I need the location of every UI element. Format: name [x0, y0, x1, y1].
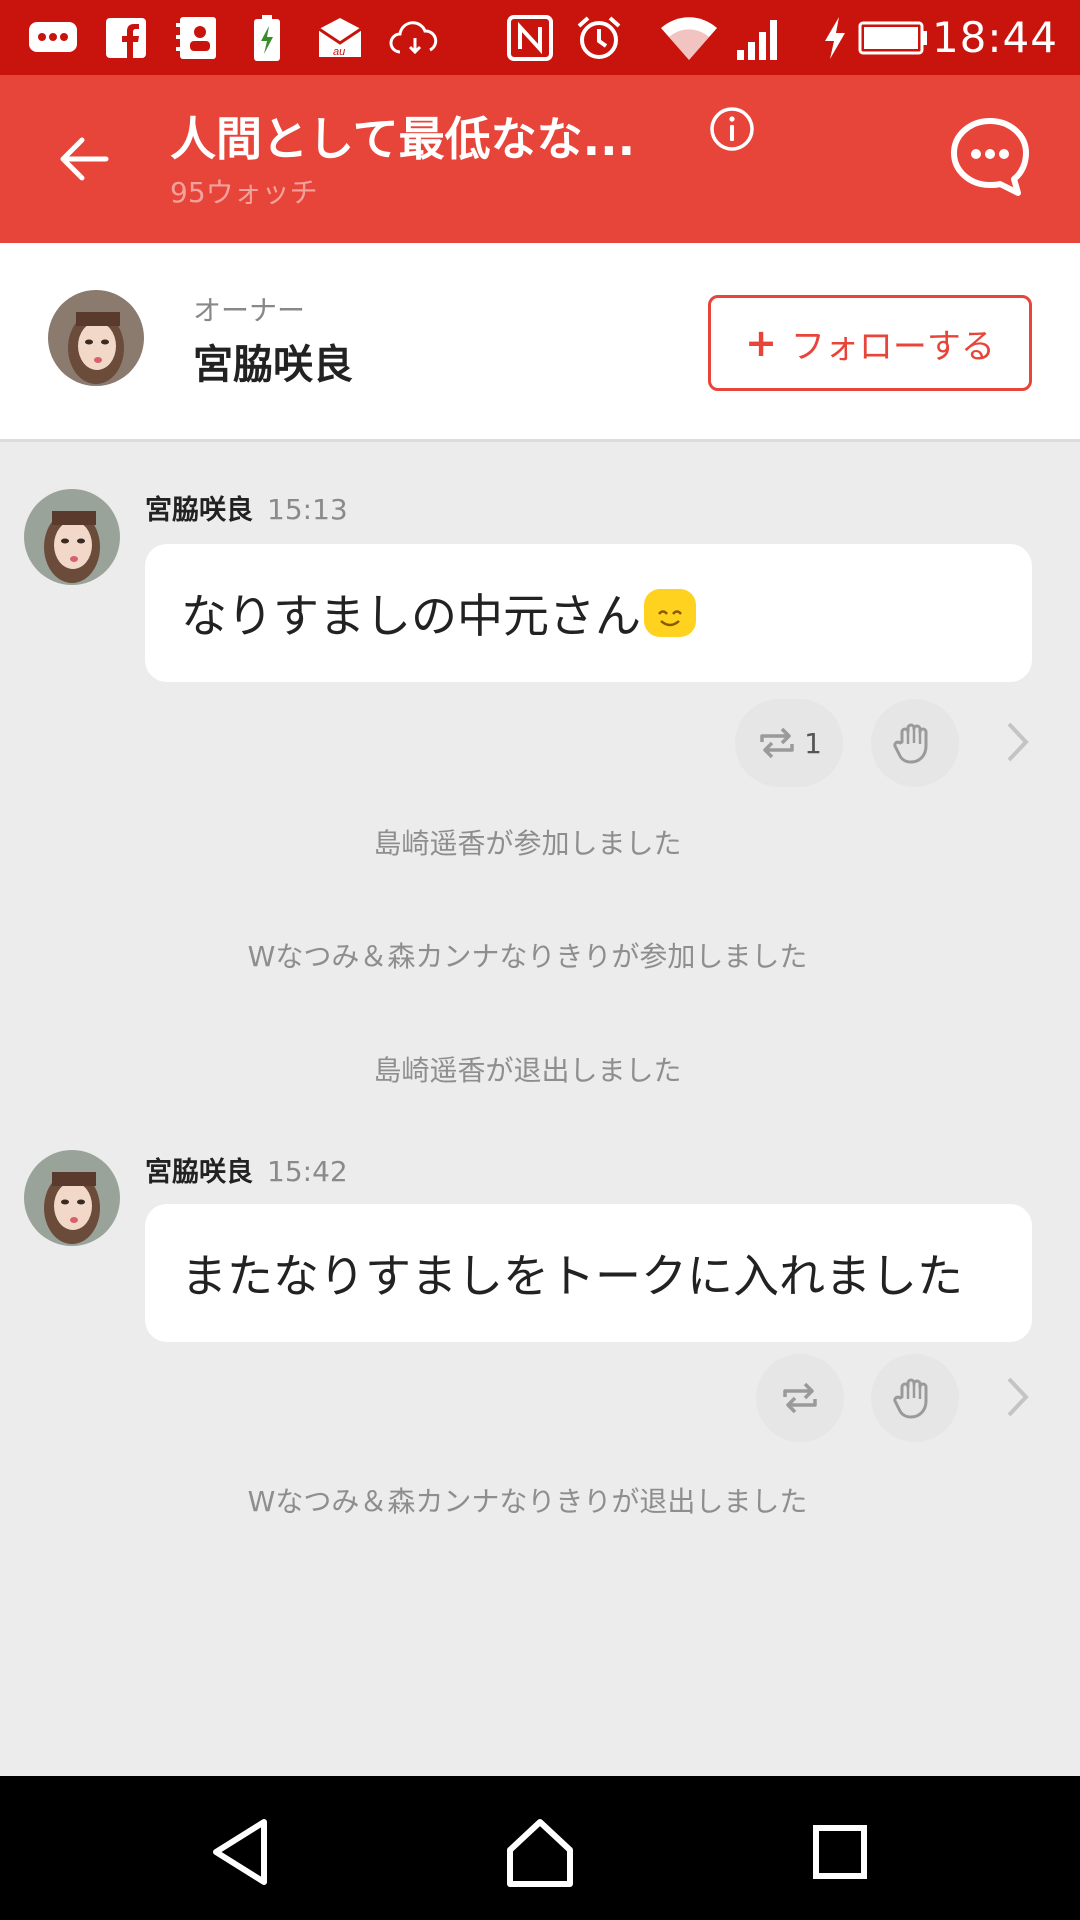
- owner-avatar[interactable]: [48, 290, 144, 386]
- owner-label: オーナー: [193, 294, 306, 327]
- message-time: 15:13: [267, 493, 348, 526]
- system-message: 島崎遥香が参加しました: [373, 827, 682, 860]
- contacts-icon: [174, 12, 220, 64]
- status-bar: au 18:44: [0, 0, 1080, 75]
- repost-icon: [760, 727, 794, 759]
- system-message: Wなつみ＆森カンナなりきりが参加しました: [247, 940, 808, 973]
- repost-icon: [783, 1382, 817, 1414]
- recents-icon[interactable]: [800, 1812, 880, 1892]
- back-button[interactable]: [52, 127, 116, 191]
- alarm-icon: [574, 12, 624, 64]
- sender-avatar[interactable]: [24, 1150, 120, 1246]
- page-title: 人間として最低なな...: [170, 112, 636, 166]
- avatar-photo: [24, 1150, 120, 1246]
- info-icon: [710, 107, 754, 151]
- smile-emoji-icon: [644, 589, 696, 637]
- au-mail-icon: au: [314, 12, 366, 64]
- clock: 18:44: [931, 13, 1058, 62]
- sender-avatar[interactable]: [24, 489, 120, 585]
- talk-button[interactable]: [948, 115, 1032, 199]
- chat-bubble-icon: [951, 118, 1029, 196]
- message-meta: 宮脇咲良 15:42: [145, 1150, 348, 1189]
- home-icon[interactable]: [500, 1812, 580, 1892]
- charging-icon: [820, 12, 850, 64]
- message-text: なりすましの中元さん: [181, 589, 641, 643]
- sender-name: 宮脇咲良: [145, 495, 253, 526]
- follow-button[interactable]: + フォローする: [708, 295, 1032, 391]
- cloud-icon: [388, 12, 442, 64]
- repost-count: 1: [804, 726, 822, 760]
- message-meta: 宮脇咲良 15:13: [145, 488, 348, 527]
- system-message: Wなつみ＆森カンナなりきりが退出しました: [247, 1485, 808, 1518]
- info-button[interactable]: [708, 105, 756, 153]
- battery-saver-icon: [250, 12, 284, 64]
- message-bubble[interactable]: なりすましの中元さん: [145, 544, 1032, 682]
- system-message: 島崎遥香が退出しました: [373, 1054, 682, 1087]
- glove-icon: [893, 1378, 928, 1419]
- chevron-right-icon[interactable]: [1003, 718, 1033, 766]
- message-icon: [26, 12, 80, 64]
- facebook-icon: [104, 12, 148, 64]
- back-triangle-icon[interactable]: [202, 1812, 282, 1892]
- message-text: またなりすましをトークに入れました: [181, 1249, 963, 1303]
- message-bubble[interactable]: またなりすましをトークに入れました: [145, 1204, 1032, 1342]
- wifi-icon: [660, 12, 718, 64]
- svg-text:au: au: [333, 46, 345, 58]
- owner-name: 宮脇咲良: [193, 342, 353, 388]
- watch-count: 95ウォッチ: [170, 176, 318, 209]
- avatar-photo: [24, 489, 120, 585]
- navigation-bar: [0, 1776, 1080, 1920]
- catch-button[interactable]: [871, 699, 959, 787]
- follow-label: フォローする: [790, 326, 995, 367]
- owner-section: オーナー 宮脇咲良 + フォローする: [0, 243, 1080, 442]
- repost-button[interactable]: [756, 1354, 844, 1442]
- glove-icon: [893, 723, 928, 764]
- message-time: 15:42: [267, 1155, 348, 1188]
- signal-icon: [734, 12, 782, 64]
- battery-icon: [858, 12, 928, 64]
- app-bar: 人間として最低なな... 95ウォッチ: [0, 75, 1080, 243]
- catch-button[interactable]: [871, 1354, 959, 1442]
- plus-icon: +: [745, 321, 777, 365]
- nfc-icon: [506, 12, 554, 64]
- chevron-right-icon[interactable]: [1003, 1373, 1033, 1421]
- arrow-left-icon: [60, 137, 109, 181]
- sender-name: 宮脇咲良: [145, 1157, 253, 1188]
- avatar-photo: [48, 290, 144, 386]
- repost-button[interactable]: 1: [735, 699, 843, 787]
